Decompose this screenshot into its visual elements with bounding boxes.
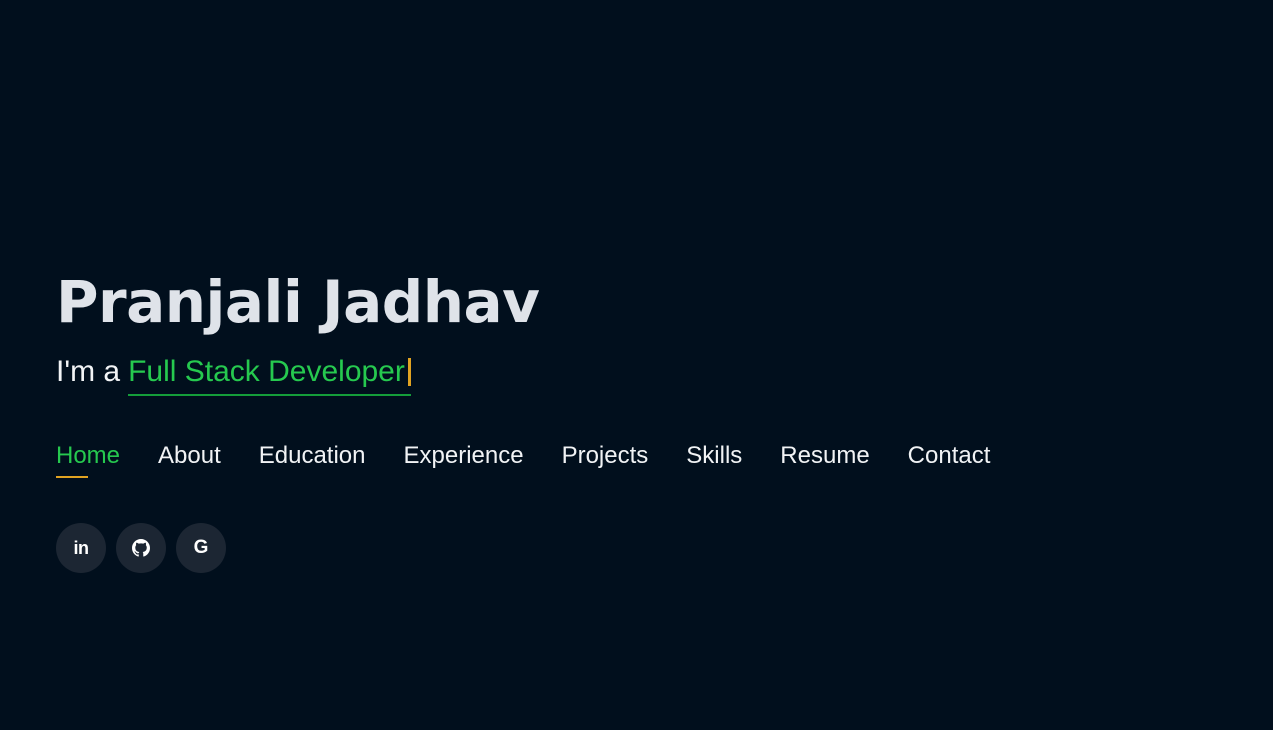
- typed-text-container: Full Stack Developer: [128, 352, 411, 396]
- google-button[interactable]: G: [176, 523, 226, 573]
- google-icon: G: [193, 537, 209, 558]
- github-icon: [132, 539, 150, 557]
- linkedin-icon: in: [73, 537, 90, 558]
- tagline-prefix: I'm a: [56, 355, 121, 388]
- nav-item-contact[interactable]: Contact: [908, 438, 991, 474]
- hero-tagline: I'm a Full Stack Developer: [56, 352, 540, 396]
- nav-item-home[interactable]: Home: [56, 438, 120, 478]
- typing-cursor: [407, 358, 411, 386]
- hero-name: Pranjali Jadhav: [56, 268, 540, 336]
- hero-section: Pranjali Jadhav I'm a Full Stack Develop…: [56, 266, 540, 396]
- main-nav: Home About Education Experience Projects…: [56, 438, 991, 478]
- nav-item-about[interactable]: About: [158, 438, 221, 474]
- social-links: in G: [56, 523, 226, 573]
- typed-role-text: Full Stack Developer: [128, 355, 405, 388]
- linkedin-button[interactable]: in: [56, 523, 106, 573]
- nav-item-education[interactable]: Education: [259, 438, 366, 474]
- nav-item-projects[interactable]: Projects: [562, 438, 649, 474]
- nav-item-experience[interactable]: Experience: [404, 438, 524, 474]
- nav-item-skills[interactable]: Skills: [686, 438, 742, 474]
- github-button[interactable]: [116, 523, 166, 573]
- nav-item-resume[interactable]: Resume: [780, 438, 869, 474]
